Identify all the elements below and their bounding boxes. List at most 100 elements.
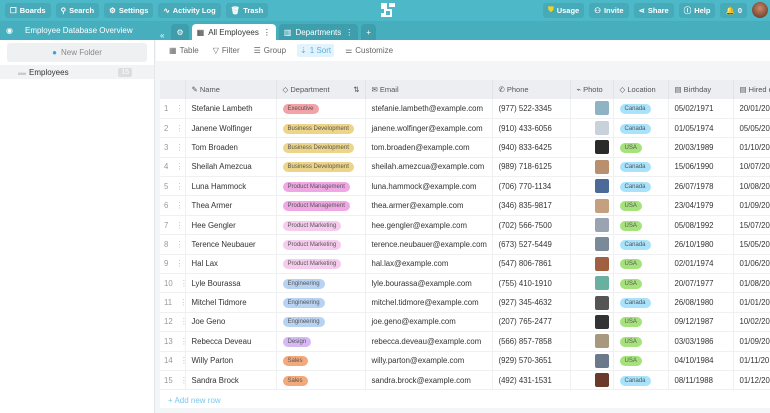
notifications-button[interactable]: 🔔 0 <box>720 2 747 18</box>
name-cell[interactable]: Lyle Bourassa <box>185 273 277 294</box>
table-row[interactable]: 4 ⋮ Sheilah Amezcua Business Development sh… <box>160 157 770 178</box>
add-tab-button[interactable]: + <box>361 24 376 40</box>
department-cell[interactable]: Sales <box>276 351 366 371</box>
location-cell[interactable]: Canada <box>613 370 669 391</box>
photo-thumbnail[interactable] <box>594 140 609 155</box>
name-cell[interactable]: Terence Neubauer <box>185 234 277 255</box>
hired-cell[interactable]: 01/09/20 <box>733 331 770 352</box>
photo-thumbnail[interactable] <box>594 334 609 349</box>
drag-handle-icon[interactable]: ⋮ <box>176 104 184 113</box>
phone-cell[interactable]: (566) 857-7858 <box>492 331 571 352</box>
table-row[interactable]: 9 ⋮ Hal Lax Product Marketing hal.lax@examp… <box>160 254 770 275</box>
name-cell[interactable]: Hee Gengler <box>185 215 277 236</box>
photo-cell[interactable] <box>570 292 614 313</box>
photo-thumbnail[interactable] <box>594 353 609 368</box>
department-cell[interactable]: Business Development <box>276 157 366 178</box>
hired-cell[interactable]: 10/08/20 <box>733 176 770 197</box>
photo-thumbnail[interactable] <box>594 159 609 174</box>
location-cell[interactable]: Canada <box>613 157 669 178</box>
hired-cell[interactable]: 10/07/20 <box>733 157 770 178</box>
birthday-cell[interactable]: 08/11/1988 <box>668 370 734 391</box>
activity-log-button[interactable]: ∿ Activity Log <box>158 3 221 18</box>
email-cell[interactable]: willy.parton@example.com <box>365 351 493 371</box>
photo-cell[interactable] <box>570 273 614 294</box>
hired-cell[interactable]: 01/08/20 <box>733 273 770 294</box>
email-cell[interactable]: joe.geno@example.com <box>365 312 493 333</box>
column-header-birthday[interactable]: ▤ Birthday <box>668 80 734 99</box>
row-number[interactable]: 8 ⋮ <box>160 234 186 255</box>
birthday-cell[interactable]: 26/08/1980 <box>668 292 734 313</box>
column-header-hired[interactable]: ▤ Hired o <box>733 80 770 99</box>
department-cell[interactable]: Business Development <box>276 118 366 139</box>
drag-handle-icon[interactable]: ⋮ <box>180 279 184 288</box>
birthday-cell[interactable]: 05/08/1992 <box>668 215 734 236</box>
hired-cell[interactable]: 01/06/20 <box>733 254 770 275</box>
hired-cell[interactable]: 01/10/20 <box>733 137 770 158</box>
department-cell[interactable]: Design <box>276 331 366 352</box>
location-cell[interactable]: USA <box>613 215 669 236</box>
birthday-cell[interactable]: 20/03/1989 <box>668 137 734 158</box>
row-number[interactable]: 5 ⋮ <box>160 176 186 197</box>
drag-handle-icon[interactable]: ⋮ <box>180 337 184 346</box>
department-cell[interactable]: Product Management <box>276 176 366 197</box>
location-cell[interactable]: Canada <box>613 176 669 197</box>
phone-cell[interactable]: (346) 835-9817 <box>492 195 571 216</box>
photo-cell[interactable] <box>570 254 614 275</box>
photo-thumbnail[interactable] <box>594 373 609 388</box>
location-cell[interactable]: Canada <box>613 118 669 139</box>
photo-thumbnail[interactable] <box>594 101 609 116</box>
location-cell[interactable]: USA <box>613 195 669 216</box>
phone-cell[interactable]: (910) 433-6056 <box>492 118 571 139</box>
share-button[interactable]: ⋖ Share <box>633 2 674 18</box>
department-cell[interactable]: Product Marketing <box>276 215 366 236</box>
email-cell[interactable]: tom.broaden@example.com <box>365 137 493 158</box>
name-cell[interactable]: Hal Lax <box>185 254 277 275</box>
name-cell[interactable]: Mitchel Tidmore <box>185 292 277 313</box>
location-cell[interactable]: Canada <box>613 234 669 255</box>
collapse-sidebar-icon[interactable]: « <box>160 31 164 40</box>
drag-handle-icon[interactable]: ⋮ <box>179 298 184 307</box>
photo-cell[interactable] <box>570 99 614 119</box>
tab-departments[interactable]: ▥ Departments ⋮ <box>278 24 359 40</box>
location-cell[interactable]: USA <box>613 331 669 352</box>
column-header-email[interactable]: ✉ Email <box>365 80 493 99</box>
photo-cell[interactable] <box>570 157 614 178</box>
avatar[interactable] <box>752 2 768 18</box>
phone-cell[interactable]: (940) 833-6425 <box>492 137 571 158</box>
name-cell[interactable]: Rebecca Deveau <box>185 331 277 352</box>
table-row[interactable]: 11 ⋮ Mitchel Tidmore Engineering mitchel.ti… <box>160 292 770 313</box>
phone-cell[interactable]: (927) 345-4632 <box>492 292 571 313</box>
photo-cell[interactable] <box>570 176 614 197</box>
help-button[interactable]: ⓘ Help <box>678 2 716 18</box>
more-icon[interactable]: ⋮ <box>263 28 271 37</box>
birthday-cell[interactable]: 03/03/1986 <box>668 331 734 352</box>
table-row[interactable]: 3 ⋮ Tom Broaden Business Development tom.br… <box>160 137 770 158</box>
row-number[interactable]: 12 ⋮ <box>160 312 186 333</box>
drag-handle-icon[interactable]: ⋮ <box>176 240 184 249</box>
column-header-photo[interactable]: ⌁ Photo <box>570 80 614 99</box>
photo-cell[interactable] <box>570 215 614 236</box>
phone-cell[interactable]: (492) 431-1531 <box>492 370 571 391</box>
table-row[interactable]: 10 ⋮ Lyle Bourassa Engineering lyle.bourass… <box>160 273 770 294</box>
photo-thumbnail[interactable] <box>594 314 609 329</box>
name-cell[interactable]: Luna Hammock <box>185 176 277 197</box>
email-cell[interactable]: hee.gengler@example.com <box>365 215 493 236</box>
search-button[interactable]: ⚲ Search <box>55 3 100 18</box>
phone-cell[interactable]: (755) 410-1910 <box>492 273 571 294</box>
table-row[interactable]: 14 ⋮ Willy Parton Sales willy.parton@exampl… <box>160 351 770 371</box>
add-row-button[interactable]: + Add new row <box>168 396 221 405</box>
email-cell[interactable]: rebecca.deveau@example.com <box>365 331 493 352</box>
hired-cell[interactable]: 01/01/20 <box>733 292 770 313</box>
name-cell[interactable]: Willy Parton <box>185 351 277 371</box>
invite-button[interactable]: ⚇ Invite <box>589 2 629 18</box>
drag-handle-icon[interactable]: ⋮ <box>176 221 184 230</box>
birthday-cell[interactable]: 26/10/1980 <box>668 234 734 255</box>
location-cell[interactable]: USA <box>613 254 669 275</box>
row-number[interactable]: 13 ⋮ <box>160 331 186 352</box>
birthday-cell[interactable]: 26/07/1978 <box>668 176 734 197</box>
drag-handle-icon[interactable]: ⋮ <box>180 376 184 385</box>
drag-handle-icon[interactable]: ⋮ <box>176 182 184 191</box>
birthday-cell[interactable]: 20/07/1977 <box>668 273 734 294</box>
department-cell[interactable]: Executive <box>276 99 366 119</box>
email-cell[interactable]: stefanie.lambeth@example.com <box>365 99 493 119</box>
